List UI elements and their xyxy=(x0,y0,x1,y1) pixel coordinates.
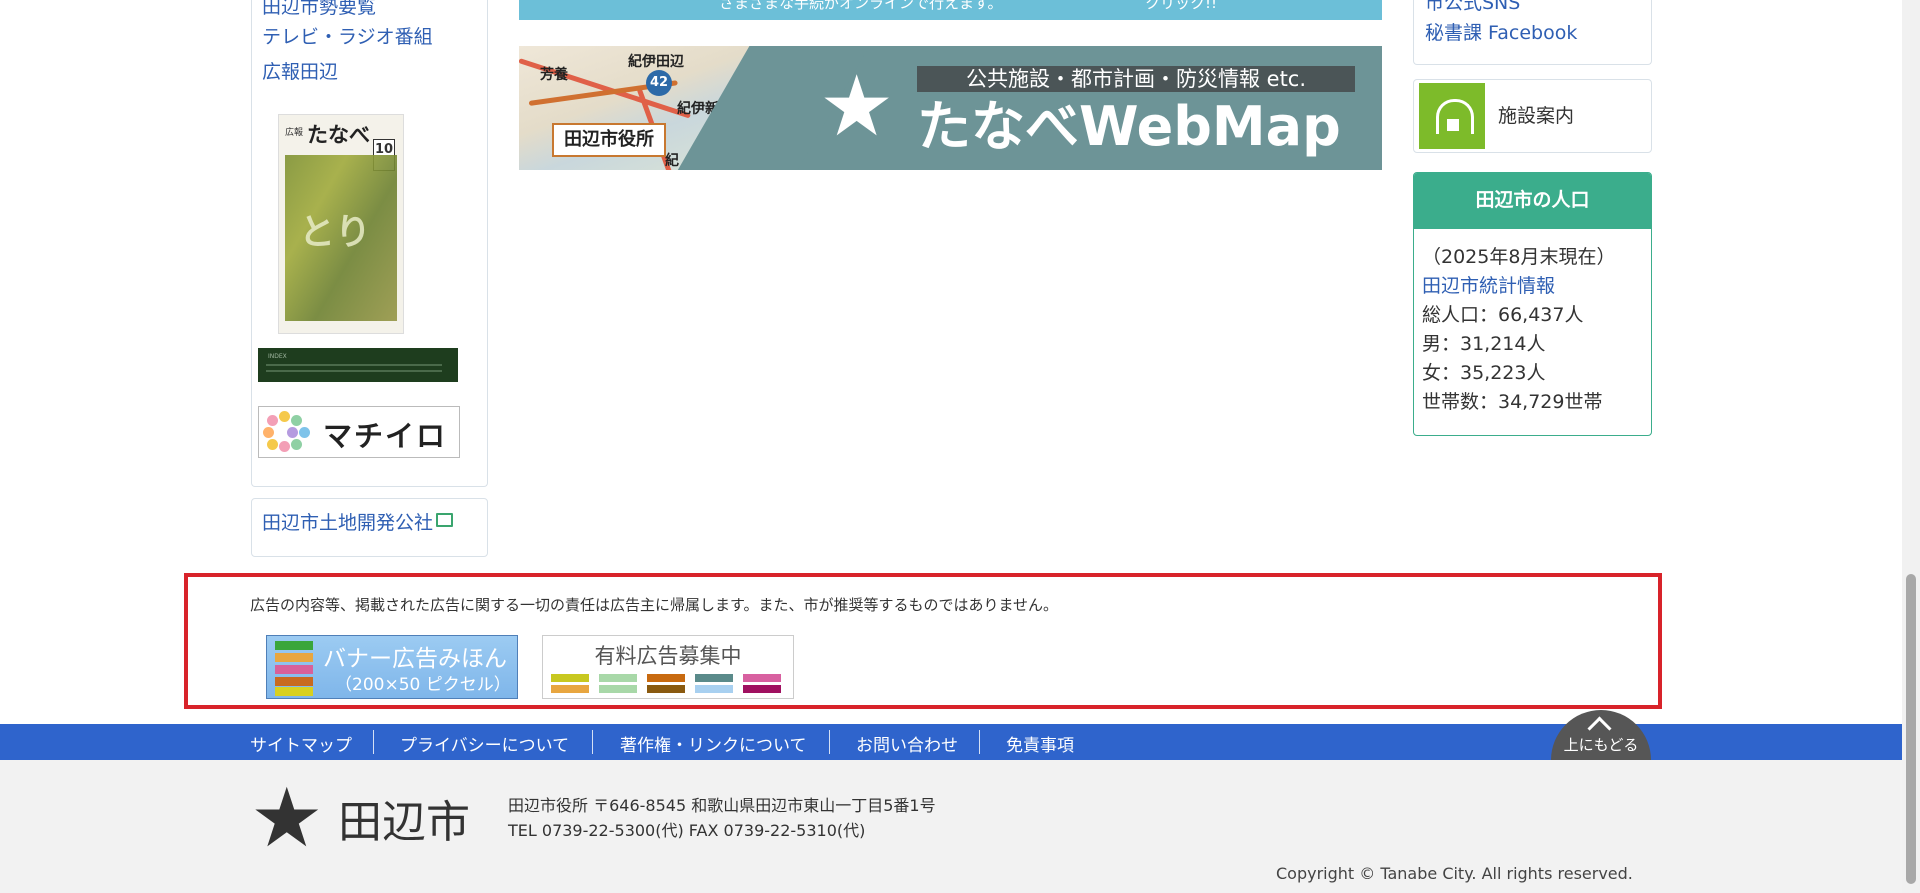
online-banner-cta: クリック!! xyxy=(1145,0,1218,12)
koho-tanabe-link[interactable]: 広報田辺 xyxy=(262,57,338,84)
machiiro-label: マチイロ xyxy=(323,419,448,453)
back-to-top-button[interactable]: 上にもどる xyxy=(1551,710,1651,760)
sample-banner-ad[interactable]: バナー広告みほん （200×50 ピクセル） xyxy=(266,635,518,699)
footer-contact-link[interactable]: お問い合わせ xyxy=(856,731,958,756)
magazine-brand: 広報 xyxy=(285,128,304,138)
koho-tanabe-cover[interactable]: 広報 たなべ 10 とり xyxy=(278,114,404,334)
footer-tel-fax: TEL 0739-22-5300(代) FAX 0739-22-5310(代) xyxy=(508,821,866,840)
scrollbar-thumb[interactable] xyxy=(1906,574,1916,884)
population-total: 総人口：66,437人 xyxy=(1422,304,1584,326)
map-label-haya: 芳養 xyxy=(540,67,568,83)
footer-address: 田辺市役所 〒646-8545 和歌山県田辺市東山一丁目5番1号 xyxy=(508,796,936,815)
footer-city-name: 田辺市 xyxy=(338,797,470,848)
paid-ad-recruit-title: 有料広告募集中 xyxy=(594,644,742,668)
facility-building-icon xyxy=(1419,83,1485,149)
magazine-index-strip[interactable]: INDEX xyxy=(258,348,458,382)
external-window-icon xyxy=(436,513,453,527)
tanabe-webmap-banner[interactable]: 紀伊田辺 芳養 紀伊新庄 紀 42 田辺市役所 ★ 公共施設・都市計画・防災情報… xyxy=(519,46,1382,170)
map-label-ki: 紀 xyxy=(665,153,679,169)
land-corp-link[interactable]: 田辺市土地開発公社 xyxy=(262,508,433,535)
back-to-top-label: 上にもどる xyxy=(1563,736,1639,754)
paid-ad-recruit-banner[interactable]: 有料広告募集中 xyxy=(542,635,794,699)
hisho-facebook-link[interactable]: 秘書課 Facebook xyxy=(1425,18,1577,45)
online-banner-text: さまざまな手続がオンラインで行えます。 xyxy=(719,0,1003,12)
webmap-title: たなべWebMap xyxy=(917,95,1341,158)
tanabe-star-emblem-icon: ★ xyxy=(819,57,895,155)
webmap-tagline: 公共施設・都市計画・防災情報 etc. xyxy=(917,66,1355,92)
route-42-icon: 42 xyxy=(646,70,672,96)
official-sns-link[interactable]: 市公式SNS xyxy=(1425,0,1520,15)
population-female: 女：35,223人 xyxy=(1422,362,1546,384)
footer-sitemap-link[interactable]: サイトマップ xyxy=(250,731,352,756)
facility-guide-label: 施設案内 xyxy=(1498,105,1575,127)
population-heading: 田辺市の人口 xyxy=(1414,173,1651,229)
footer-disclaimer-link[interactable]: 免責事項 xyxy=(1006,731,1074,756)
population-households: 世帯数：34,729世帯 xyxy=(1422,391,1603,413)
statistics-link[interactable]: 田辺市統計情報 xyxy=(1422,271,1555,298)
population-male: 男：31,214人 xyxy=(1422,333,1546,355)
machiiro-banner[interactable]: マチイロ xyxy=(258,406,460,458)
magazine-rice-field-photo: とり xyxy=(285,155,397,321)
sample-banner-size: （200×50 ピクセル） xyxy=(335,675,511,695)
magazine-title: たなべ xyxy=(307,122,370,147)
population-as-of: （2025年8月末現在） xyxy=(1422,246,1616,268)
footer-copyright-link[interactable]: 著作権・リンクについて xyxy=(620,731,807,756)
tv-radio-link[interactable]: テレビ・ラジオ番組 xyxy=(262,22,433,49)
online-procedures-banner[interactable]: さまざまな手続がオンラインで行えます。 クリック!! xyxy=(519,0,1382,20)
city-overview-link[interactable]: 田辺市勢要覧 xyxy=(262,0,376,19)
facility-guide-button[interactable]: 施設案内 xyxy=(1413,79,1652,153)
city-emblem-icon: ★ xyxy=(250,771,324,866)
sample-banner-title: バナー広告みほん xyxy=(323,646,507,672)
map-label-kii-tanabe: 紀伊田辺 xyxy=(628,54,684,70)
population-panel: 田辺市の人口 （2025年8月末現在） 田辺市統計情報 総人口：66,437人 … xyxy=(1413,172,1652,436)
ad-disclaimer: 広告の内容等、掲載された広告に関する一切の責任は広告主に帰属します。また、市が推… xyxy=(250,596,1059,614)
copyright-notice: Copyright © Tanabe City. All rights rese… xyxy=(1276,864,1633,883)
webmap-city-hall-label: 田辺市役所 xyxy=(552,123,666,157)
footer-privacy-link[interactable]: プライバシーについて xyxy=(400,731,569,756)
